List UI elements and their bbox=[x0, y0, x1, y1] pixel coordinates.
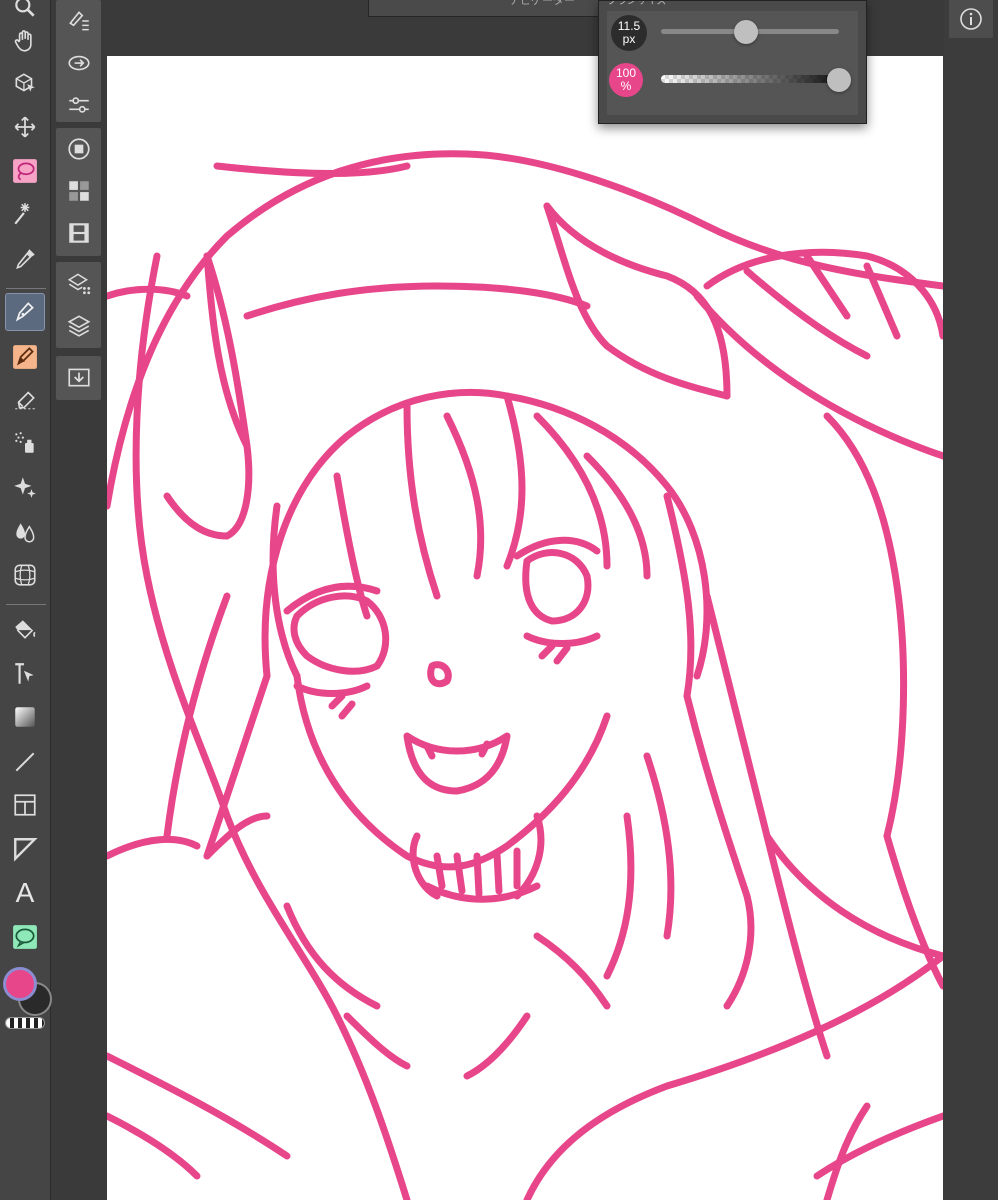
color-circle-icon bbox=[67, 138, 90, 160]
layers-icon bbox=[67, 315, 90, 337]
info-icon bbox=[960, 8, 982, 30]
sync-button[interactable] bbox=[56, 42, 101, 84]
import-icon bbox=[67, 368, 90, 387]
hand-icon bbox=[14, 30, 32, 52]
blend-drops-icon bbox=[16, 523, 35, 543]
animation-button[interactable] bbox=[56, 212, 101, 254]
opacity-slider-track[interactable] bbox=[661, 75, 839, 83]
eraser-tool[interactable] bbox=[5, 380, 45, 418]
airbrush-tool[interactable] bbox=[5, 424, 45, 462]
correct-line-tool[interactable] bbox=[5, 655, 45, 693]
pencil-icon bbox=[13, 345, 37, 369]
brush-settings-button[interactable] bbox=[56, 0, 101, 42]
eyedropper-icon bbox=[16, 249, 35, 269]
gradient-tool[interactable] bbox=[5, 698, 45, 736]
balloon-tool[interactable] bbox=[5, 918, 45, 956]
ruler-tool[interactable] bbox=[5, 830, 45, 868]
sync-icon bbox=[67, 55, 90, 71]
ruler-icon bbox=[14, 838, 38, 862]
line-icon bbox=[15, 752, 35, 772]
airbrush-icon bbox=[15, 432, 34, 453]
pencil-tool[interactable] bbox=[5, 338, 45, 376]
pen-tool[interactable] bbox=[5, 293, 45, 331]
info-button[interactable] bbox=[949, 0, 993, 38]
object-tool[interactable] bbox=[5, 64, 45, 102]
command-bar-group-1 bbox=[56, 0, 101, 122]
fill-tool[interactable] bbox=[5, 610, 45, 648]
perspective-tool[interactable] bbox=[5, 556, 45, 594]
zoom-icon bbox=[15, 0, 35, 17]
command-bar-group-3 bbox=[56, 262, 101, 348]
import-button[interactable] bbox=[56, 356, 101, 398]
frame-border-tool[interactable] bbox=[5, 786, 45, 824]
transparent-color-swatch[interactable] bbox=[5, 1017, 45, 1029]
frame-border-icon bbox=[14, 794, 36, 816]
tool-separator bbox=[6, 288, 46, 289]
brush-size-panel: ブラシサイズ 11.5 px 100 % bbox=[598, 0, 867, 124]
sparkle-icon bbox=[14, 477, 36, 498]
magic-wand-icon bbox=[14, 203, 30, 225]
color-circle-button[interactable] bbox=[56, 128, 101, 170]
navigator-panel-header[interactable]: ナビゲーター bbox=[368, 0, 600, 17]
brush-panel-body: 11.5 px 100 % bbox=[607, 11, 858, 115]
grid-sphere-icon bbox=[14, 564, 36, 586]
brush-size-badge[interactable]: 11.5 px bbox=[611, 15, 647, 51]
command-bar-group-2 bbox=[56, 128, 101, 256]
tool-separator bbox=[6, 604, 46, 605]
figure-tool[interactable] bbox=[5, 743, 45, 781]
text-tool[interactable]: A bbox=[5, 874, 45, 912]
film-icon bbox=[68, 223, 89, 243]
main-color-swatch[interactable] bbox=[3, 967, 37, 1001]
sketch-drawing bbox=[107, 150, 943, 1200]
blend-tool[interactable] bbox=[5, 512, 45, 550]
lasso-icon bbox=[13, 159, 37, 183]
fill-bucket-icon bbox=[15, 620, 36, 639]
opacity-unit: % bbox=[620, 79, 632, 93]
move-icon bbox=[14, 116, 36, 138]
command-bar-group-4 bbox=[56, 356, 101, 400]
brush-size-slider-knob[interactable] bbox=[734, 20, 759, 44]
color-set-button[interactable] bbox=[56, 170, 101, 212]
layers-button[interactable] bbox=[56, 304, 101, 346]
move-tool[interactable] bbox=[5, 108, 45, 146]
color-set-icon bbox=[68, 181, 89, 201]
opacity-slider-knob[interactable] bbox=[827, 68, 851, 92]
eyedropper-tool[interactable] bbox=[5, 240, 45, 278]
pen-icon bbox=[15, 302, 34, 322]
adjust-sliders-icon bbox=[68, 97, 89, 113]
brush-panel-title: ブラシサイズ bbox=[607, 1, 667, 7]
layer-properties-icon bbox=[67, 273, 90, 295]
gradient-icon bbox=[15, 707, 35, 727]
layer-properties-button[interactable] bbox=[56, 262, 101, 304]
tool-palette: A bbox=[0, 0, 52, 1200]
speech-balloon-icon bbox=[13, 925, 37, 949]
object-select-icon bbox=[15, 73, 35, 92]
eraser-icon bbox=[15, 391, 35, 410]
brush-size-unit: px bbox=[622, 32, 636, 46]
hand-tool[interactable] bbox=[5, 22, 45, 60]
decoration-tool[interactable] bbox=[5, 468, 45, 506]
magic-wand-tool[interactable] bbox=[5, 195, 45, 233]
drawing-canvas[interactable] bbox=[107, 56, 943, 1200]
brush-settings-icon bbox=[68, 11, 89, 31]
navigator-panel-title: ナビゲーター bbox=[509, 0, 575, 7]
text-icon: A bbox=[15, 877, 35, 908]
opacity-badge[interactable]: 100 % bbox=[609, 63, 643, 97]
right-panel-dock bbox=[944, 0, 998, 1200]
lasso-tool[interactable] bbox=[5, 152, 45, 190]
correct-line-icon bbox=[15, 663, 34, 684]
adjust-button[interactable] bbox=[56, 84, 101, 126]
